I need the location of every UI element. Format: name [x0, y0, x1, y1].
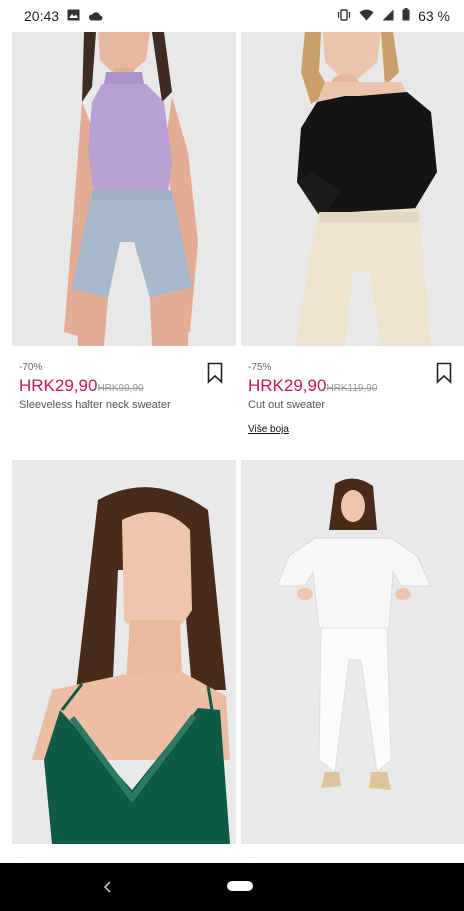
wifi-icon	[359, 8, 374, 24]
navigation-bar	[0, 863, 464, 911]
discount-label: -75%	[248, 362, 272, 373]
product-image-white-ruffle-blouse[interactable]	[241, 460, 464, 844]
screen: 20:43 63 % -70% HRK29,90 HRK99,90 Sleeve…	[0, 0, 464, 911]
product-name[interactable]: Sleeveless halter neck sweater	[19, 399, 239, 412]
home-pill-icon[interactable]	[227, 881, 253, 891]
gallery-icon	[67, 8, 80, 24]
price: HRK29,90	[19, 376, 98, 395]
battery-percent: 63 %	[418, 8, 450, 24]
bookmark-icon[interactable]	[205, 362, 225, 384]
price: HRK29,90	[248, 376, 327, 395]
bookmark-icon[interactable]	[434, 362, 454, 384]
status-left: 20:43	[24, 8, 103, 24]
product-image-halter-top[interactable]	[12, 32, 236, 346]
vibrate-icon	[337, 8, 351, 24]
more-colors-link[interactable]: Više boja	[248, 424, 289, 435]
status-bar: 20:43 63 %	[0, 0, 464, 32]
signal-icon	[382, 8, 394, 24]
product-image-cut-out-sweater[interactable]	[241, 32, 464, 346]
back-chevron-icon[interactable]	[100, 879, 116, 895]
cloud-icon	[88, 8, 103, 24]
status-right: 63 %	[337, 8, 450, 24]
product-name[interactable]: Cut out sweater	[248, 399, 464, 412]
product-info: -75% HRK29,90 HRK119,90 Cut out sweater …	[248, 362, 464, 437]
old-price: HRK119,90	[326, 383, 378, 394]
product-image-green-camisole[interactable]	[12, 460, 236, 844]
status-time: 20:43	[24, 8, 60, 24]
old-price: HRK99,90	[97, 383, 144, 394]
price-row: HRK29,90 HRK119,90	[248, 376, 464, 396]
battery-icon	[402, 8, 410, 24]
